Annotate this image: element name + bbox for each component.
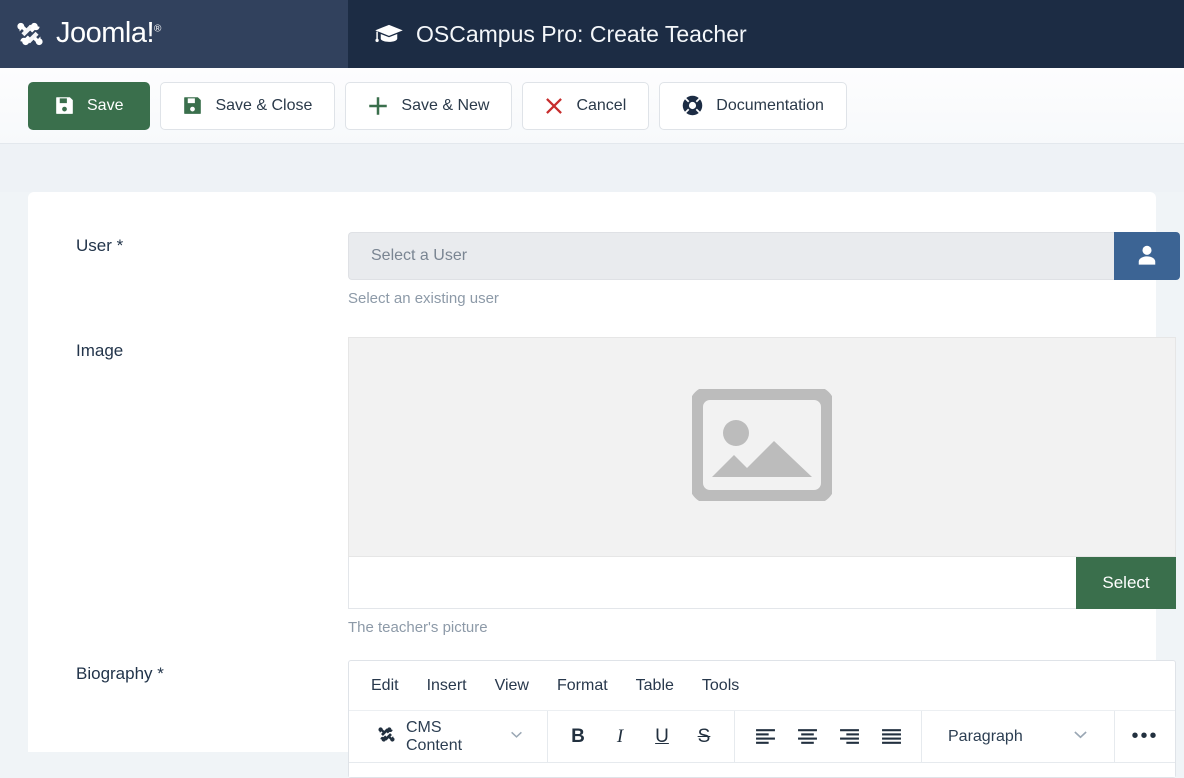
graduation-cap-icon <box>374 23 404 45</box>
user-field-label: User * <box>76 236 124 255</box>
brand-area[interactable]: Joomla!® <box>0 0 348 68</box>
save-and-close-button[interactable]: Save & Close <box>160 81 336 130</box>
save-button-label: Save <box>87 96 124 114</box>
brand-trademark: ® <box>154 22 161 34</box>
image-preview-box <box>348 337 1176 557</box>
save-and-new-button[interactable]: Save & New <box>345 81 513 130</box>
align-center-button[interactable] <box>789 718 825 756</box>
cms-content-label: CMS Content <box>406 718 463 754</box>
block-format-value: Paragraph <box>948 727 1023 745</box>
align-left-button[interactable] <box>747 718 783 756</box>
cancel-button-label: Cancel <box>576 96 627 114</box>
form-row-user: User * Select a User Select an existing … <box>28 232 1180 307</box>
app-header: Joomla!® OSCampus Pro: Create Teacher <box>0 0 1184 68</box>
block-format-select[interactable]: Paragraph <box>934 727 1102 747</box>
image-select-button[interactable]: Select <box>1076 557 1176 609</box>
brand-name: Joomla!® <box>56 17 161 50</box>
editor-menu-view[interactable]: View <box>495 677 529 695</box>
image-select-row: Select <box>348 557 1176 609</box>
plus-icon <box>368 96 388 116</box>
user-picker-button[interactable] <box>1114 232 1180 280</box>
editor-group-block-format: Paragraph <box>922 710 1115 763</box>
bold-button[interactable]: B <box>560 718 596 756</box>
form-row-biography: Biography * Edit Insert View Format Tabl… <box>28 660 1176 778</box>
editor-menu-edit[interactable]: Edit <box>371 677 399 695</box>
editor-menu-format[interactable]: Format <box>557 677 608 695</box>
save-and-new-button-label: Save & New <box>401 96 490 114</box>
image-field-label: Image <box>76 341 124 360</box>
editor-group-format: B I U S <box>548 710 735 763</box>
user-input[interactable]: Select a User <box>348 232 1114 280</box>
editor-group-align <box>735 710 922 763</box>
biography-field-label: Biography * <box>76 664 164 683</box>
chevron-down-icon <box>1073 727 1088 747</box>
biography-editor: Edit Insert View Format Table Tools CMS … <box>348 660 1176 778</box>
editor-menubar: Edit Insert View Format Table Tools <box>349 661 1175 711</box>
cms-content-button[interactable]: CMS Content <box>361 719 535 755</box>
life-ring-icon <box>682 95 703 116</box>
brand-name-text: Joomla! <box>56 16 155 49</box>
editor-group-overflow: ••• <box>1115 711 1175 763</box>
editor-menu-table[interactable]: Table <box>636 677 674 695</box>
align-justify-button[interactable] <box>873 718 909 756</box>
save-and-close-button-label: Save & Close <box>215 96 313 114</box>
editor-menu-tools[interactable]: Tools <box>702 677 739 695</box>
documentation-button[interactable]: Documentation <box>659 81 847 130</box>
user-icon <box>1136 244 1158 269</box>
editor-menu-insert[interactable]: Insert <box>427 677 467 695</box>
floppy-disk-icon <box>55 96 74 115</box>
page-subbar <box>0 144 1184 192</box>
save-button[interactable]: Save <box>28 81 151 130</box>
biography-editor-content[interactable] <box>349 763 1175 777</box>
cancel-button[interactable]: Cancel <box>522 81 650 130</box>
joomla-logo-icon <box>12 16 48 52</box>
image-field-control: Select The teacher's picture <box>348 337 1184 636</box>
times-icon <box>545 97 563 115</box>
form-row-image: Image Select The teacher's picture <box>28 337 1176 636</box>
user-field-control: Select a User Select an existing user <box>348 232 1184 307</box>
user-input-group: Select a User <box>348 232 1180 280</box>
form-card: User * Select a User Select an existing … <box>28 192 1180 778</box>
biography-field-control: Edit Insert View Format Table Tools CMS … <box>348 660 1184 778</box>
strikethrough-button[interactable]: S <box>686 718 722 756</box>
editor-toolbar: CMS Content B I U S Paragraph ••• <box>349 710 1175 763</box>
underline-button[interactable]: U <box>644 718 680 756</box>
italic-button[interactable]: I <box>602 718 638 756</box>
page-title: OSCampus Pro: Create Teacher <box>416 20 747 47</box>
page-title-bar: OSCampus Pro: Create Teacher <box>348 0 1184 68</box>
user-field-help: Select an existing user <box>348 290 499 307</box>
joomla-logo-icon <box>375 723 398 751</box>
chevron-down-icon <box>510 728 523 746</box>
documentation-button-label: Documentation <box>716 96 824 114</box>
image-path-input[interactable] <box>348 557 1076 609</box>
editor-group-cms: CMS Content <box>349 710 548 763</box>
align-right-button[interactable] <box>831 718 867 756</box>
more-options-button[interactable]: ••• <box>1127 718 1163 756</box>
image-placeholder-icon <box>689 385 835 506</box>
floppy-disk-icon <box>183 96 202 115</box>
action-toolbar: Save Save & Close Save & New Cancel Docu… <box>0 68 1184 144</box>
image-field-help: The teacher's picture <box>348 619 488 636</box>
